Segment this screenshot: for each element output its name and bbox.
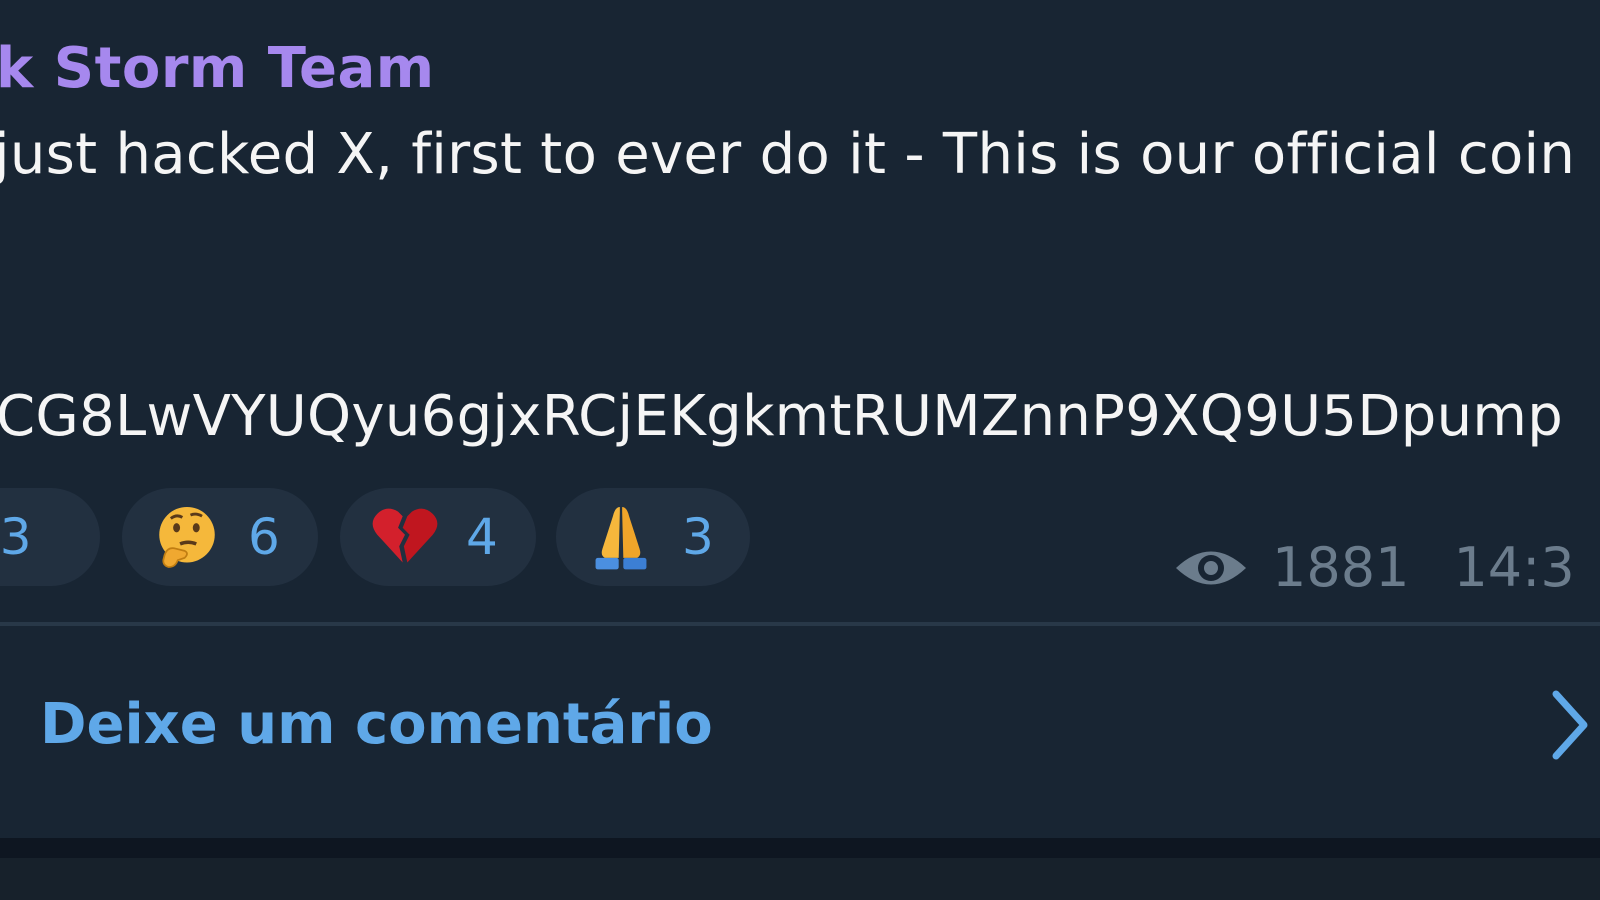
eye-icon	[1176, 551, 1246, 584]
reaction-chip-folded-hands[interactable]: 3	[556, 488, 750, 586]
chat-background	[0, 858, 1600, 900]
chevron-right-icon	[1552, 690, 1588, 760]
reaction-count: 6	[248, 508, 280, 566]
leave-comment-label: Deixe um comentário	[40, 692, 713, 757]
broken-heart-icon	[372, 508, 438, 563]
reaction-count: 23	[0, 508, 32, 566]
reaction-count: 4	[466, 508, 498, 566]
view-count: 1881	[1272, 536, 1410, 599]
thinking-face-icon	[159, 506, 215, 568]
reaction-count: 3	[682, 508, 714, 566]
message-text: just hacked X, first to ever do it - Thi…	[0, 122, 1576, 187]
sender-name[interactable]: k Storm Team	[0, 36, 435, 101]
leave-comment-button[interactable]: Deixe um comentário	[0, 626, 1600, 826]
message-address: CG8LwVYUQyu6gjxRCjEKgkmtRUMZnnP9XQ9U5Dpu…	[0, 384, 1564, 449]
message-time: 14:3	[1453, 536, 1575, 599]
folded-hands-icon	[595, 506, 647, 570]
chat-separator	[0, 838, 1600, 858]
reaction-chip-broken-heart[interactable]: 4	[340, 488, 536, 586]
message-meta: 1881 14:3	[1172, 536, 1575, 599]
reaction-chip[interactable]: 23	[0, 488, 100, 586]
message-bubble: k Storm Team just hacked X, first to eve…	[0, 0, 1600, 838]
reaction-chip-thinking[interactable]: 6	[122, 488, 318, 586]
